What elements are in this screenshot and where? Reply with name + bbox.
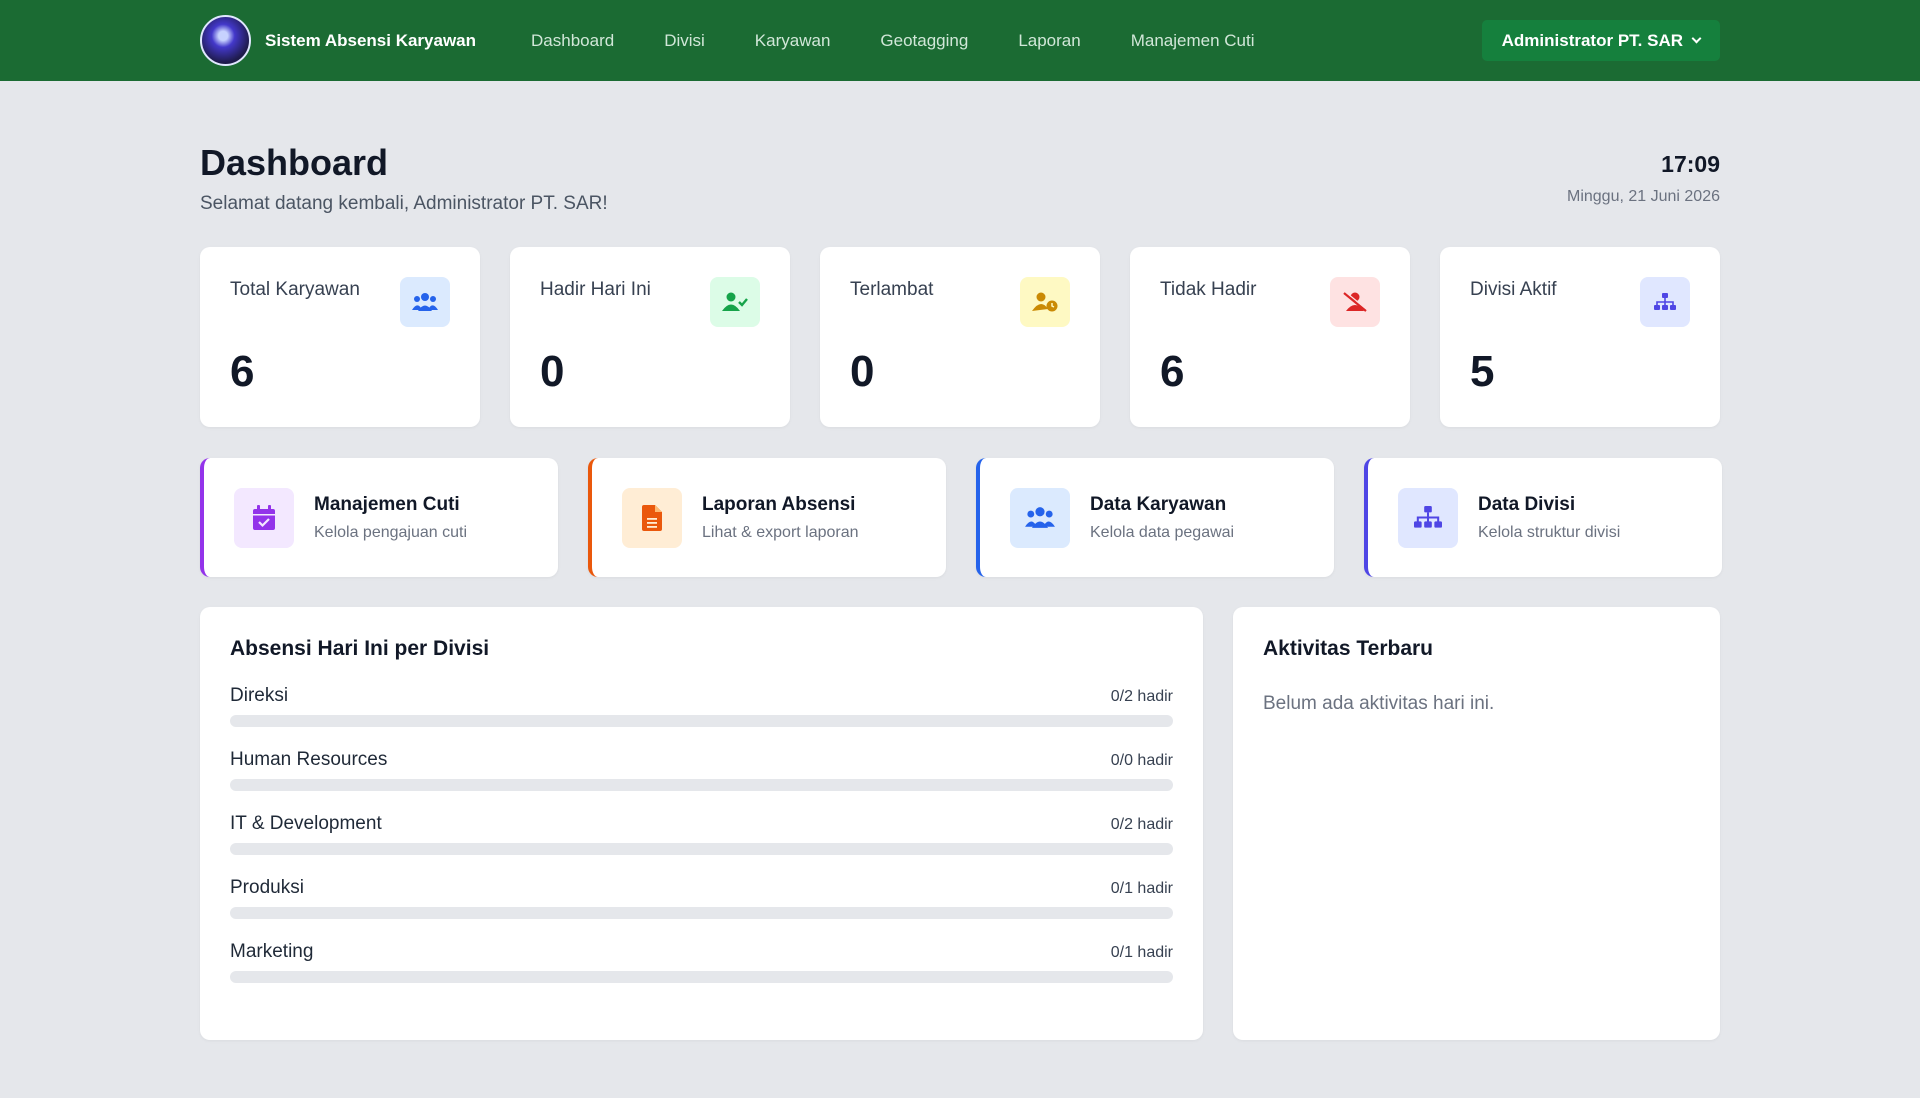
user-clock-icon (1020, 277, 1070, 327)
progress-bar (230, 843, 1173, 855)
chevron-down-icon (1691, 33, 1702, 44)
top-navbar: Sistem Absensi Karyawan Dashboard Divisi… (0, 0, 1920, 81)
sitemap-icon (1640, 277, 1690, 327)
stat-card-terlambat: Terlambat 0 (820, 247, 1100, 427)
stat-cards: Total Karyawan 6 Hadir Hari Ini 0 Terlam… (200, 247, 1720, 427)
stat-value: 0 (540, 347, 565, 396)
division-name: Human Resources (230, 749, 388, 770)
quick-link-subtitle: Kelola struktur divisi (1478, 523, 1621, 541)
welcome-text: Selamat datang kembali, Administrator PT… (200, 193, 608, 214)
division-name: Direksi (230, 685, 289, 706)
main-content: Dashboard Selamat datang kembali, Admini… (200, 145, 1722, 1040)
users-icon (400, 277, 450, 327)
calendar-check-icon (234, 487, 294, 548)
page-header: Dashboard Selamat datang kembali, Admini… (200, 145, 1720, 215)
logo (200, 15, 251, 66)
user-name: Administrator PT. SAR (1501, 30, 1683, 50)
quick-link-title: Laporan Absensi (702, 493, 856, 515)
activity-panel: Aktivitas Terbaru Belum ada aktivitas ha… (1233, 607, 1720, 1040)
division-count: 0/1 hadir (1110, 880, 1173, 897)
attendance-panel-title: Absensi Hari Ini per Divisi (230, 637, 490, 660)
division-row-human-resources: Human Resources 0/0 hadir (230, 749, 1173, 791)
division-name: Marketing (230, 941, 314, 962)
brand-title: Sistem Absensi Karyawan (265, 30, 477, 50)
quick-link-laporan-absensi[interactable]: Laporan Absensi Lihat & export laporan (588, 458, 946, 577)
page-title: Dashboard (200, 142, 389, 183)
progress-bar (230, 971, 1173, 983)
clock: 17:09 Minggu, 21 Juni 2026 (1567, 145, 1720, 215)
quick-link-subtitle: Lihat & export laporan (702, 523, 859, 541)
division-count: 0/0 hadir (1110, 752, 1173, 769)
stat-value: 6 (1160, 347, 1185, 396)
activity-empty-message: Belum ada aktivitas hari ini. (1263, 693, 1495, 714)
quick-link-subtitle: Kelola data pegawai (1090, 523, 1235, 541)
brand[interactable]: Sistem Absensi Karyawan (200, 15, 476, 66)
nav-link-divisi[interactable]: Divisi (664, 31, 705, 51)
division-name: Produksi (230, 877, 304, 898)
nav-link-dashboard[interactable]: Dashboard (531, 31, 614, 51)
stat-card-total-karyawan: Total Karyawan 6 (200, 247, 480, 427)
division-row-produksi: Produksi 0/1 hadir (230, 877, 1173, 919)
quick-link-manajemen-cuti[interactable]: Manajemen Cuti Kelola pengajuan cuti (200, 458, 558, 577)
stat-value: 5 (1470, 347, 1495, 396)
attendance-panel: Absensi Hari Ini per Divisi Direksi 0/2 … (200, 607, 1203, 1040)
user-menu-button[interactable]: Administrator PT. SAR (1481, 20, 1720, 61)
division-count: 0/2 hadir (1110, 816, 1173, 833)
clock-time: 17:09 (1661, 151, 1720, 177)
division-row-direksi: Direksi 0/2 hadir (230, 685, 1173, 727)
division-row-marketing: Marketing 0/1 hadir (230, 941, 1173, 983)
quick-link-title: Data Karyawan (1090, 493, 1227, 515)
file-icon (622, 487, 682, 548)
user-check-icon (710, 277, 760, 327)
quick-link-subtitle: Kelola pengajuan cuti (314, 523, 468, 541)
progress-bar (230, 907, 1173, 919)
nav-link-laporan[interactable]: Laporan (1018, 31, 1080, 51)
quick-link-title: Data Divisi (1478, 493, 1576, 515)
progress-bar (230, 779, 1173, 791)
quick-links: Manajemen Cuti Kelola pengajuan cuti Lap… (200, 458, 1722, 577)
stat-value: 6 (230, 347, 255, 396)
progress-bar (230, 715, 1173, 727)
stat-card-tidak-hadir: Tidak Hadir 6 (1130, 247, 1410, 427)
quick-link-data-karyawan[interactable]: Data Karyawan Kelola data pegawai (976, 458, 1334, 577)
bottom-panels: Absensi Hari Ini per Divisi Direksi 0/2 … (200, 607, 1720, 1040)
stat-card-hadir-hari-ini: Hadir Hari Ini 0 (510, 247, 790, 427)
quick-link-title: Manajemen Cuti (314, 493, 460, 515)
nav-links: Dashboard Divisi Karyawan Geotagging Lap… (531, 31, 1254, 51)
clock-date: Minggu, 21 Juni 2026 (1567, 188, 1720, 205)
quick-link-data-divisi[interactable]: Data Divisi Kelola struktur divisi (1364, 458, 1722, 577)
stat-value: 0 (850, 347, 875, 396)
sitemap-icon (1398, 487, 1458, 548)
division-name: IT & Development (230, 813, 382, 834)
nav-link-manajemen-cuti[interactable]: Manajemen Cuti (1131, 31, 1255, 51)
activity-panel-title: Aktivitas Terbaru (1263, 637, 1433, 660)
division-row-it-development: IT & Development 0/2 hadir (230, 813, 1173, 855)
users-icon (1010, 487, 1070, 548)
division-count: 0/2 hadir (1110, 688, 1173, 705)
division-count: 0/1 hadir (1110, 944, 1173, 961)
nav-link-karyawan[interactable]: Karyawan (755, 31, 831, 51)
user-slash-icon (1330, 277, 1380, 327)
stat-card-divisi-aktif: Divisi Aktif 5 (1440, 247, 1720, 427)
nav-link-geotagging[interactable]: Geotagging (880, 31, 968, 51)
